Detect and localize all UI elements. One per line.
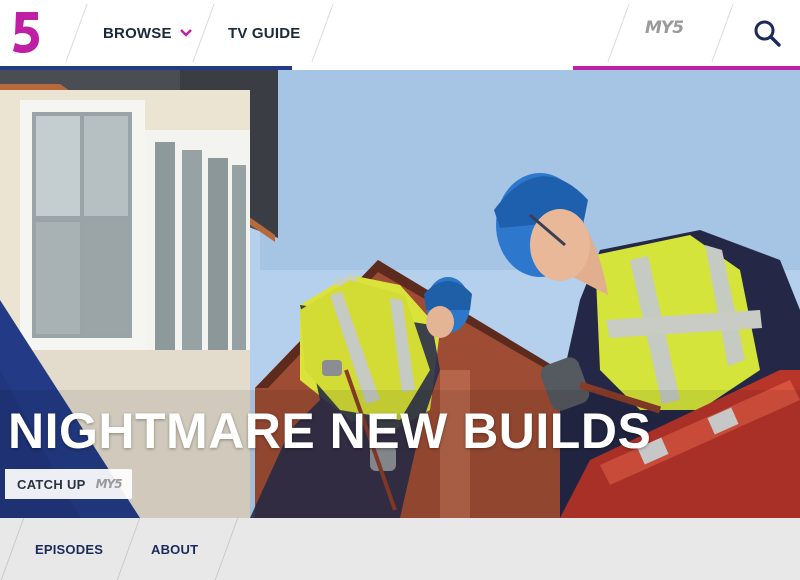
catch-up-badge[interactable]: CATCH UP MY5 bbox=[5, 469, 132, 499]
programme-title: NIGHTMARE NEW BUILDS bbox=[8, 403, 652, 459]
header-divider bbox=[311, 4, 334, 62]
programme-tabs: EPISODES ABOUT bbox=[0, 518, 800, 580]
browse-menu[interactable]: BROWSE bbox=[103, 22, 192, 44]
my5-link[interactable]: MY5 bbox=[645, 18, 684, 38]
tab-episodes[interactable]: EPISODES bbox=[35, 542, 103, 557]
site-header: BROWSE TV GUIDE MY5 bbox=[0, 0, 800, 66]
header-divider bbox=[607, 4, 630, 62]
header-divider bbox=[192, 4, 215, 62]
catch-up-label: CATCH UP bbox=[17, 476, 86, 492]
tab-about[interactable]: ABOUT bbox=[151, 542, 198, 557]
browse-label: BROWSE bbox=[103, 24, 172, 42]
header-divider bbox=[65, 4, 88, 62]
search-icon[interactable] bbox=[752, 18, 782, 48]
tab-divider bbox=[214, 518, 239, 580]
tv-guide-link[interactable]: TV GUIDE bbox=[228, 22, 300, 44]
channel5-logo[interactable] bbox=[10, 10, 42, 54]
hero-banner: NIGHTMARE NEW BUILDS CATCH UP MY5 bbox=[0, 70, 800, 518]
tv-guide-label: TV GUIDE bbox=[228, 24, 301, 42]
chevron-down-icon bbox=[179, 29, 192, 37]
header-divider bbox=[711, 4, 734, 62]
tab-divider bbox=[116, 518, 141, 580]
my5-badge-logo: MY5 bbox=[95, 477, 123, 491]
tab-divider bbox=[0, 518, 25, 580]
